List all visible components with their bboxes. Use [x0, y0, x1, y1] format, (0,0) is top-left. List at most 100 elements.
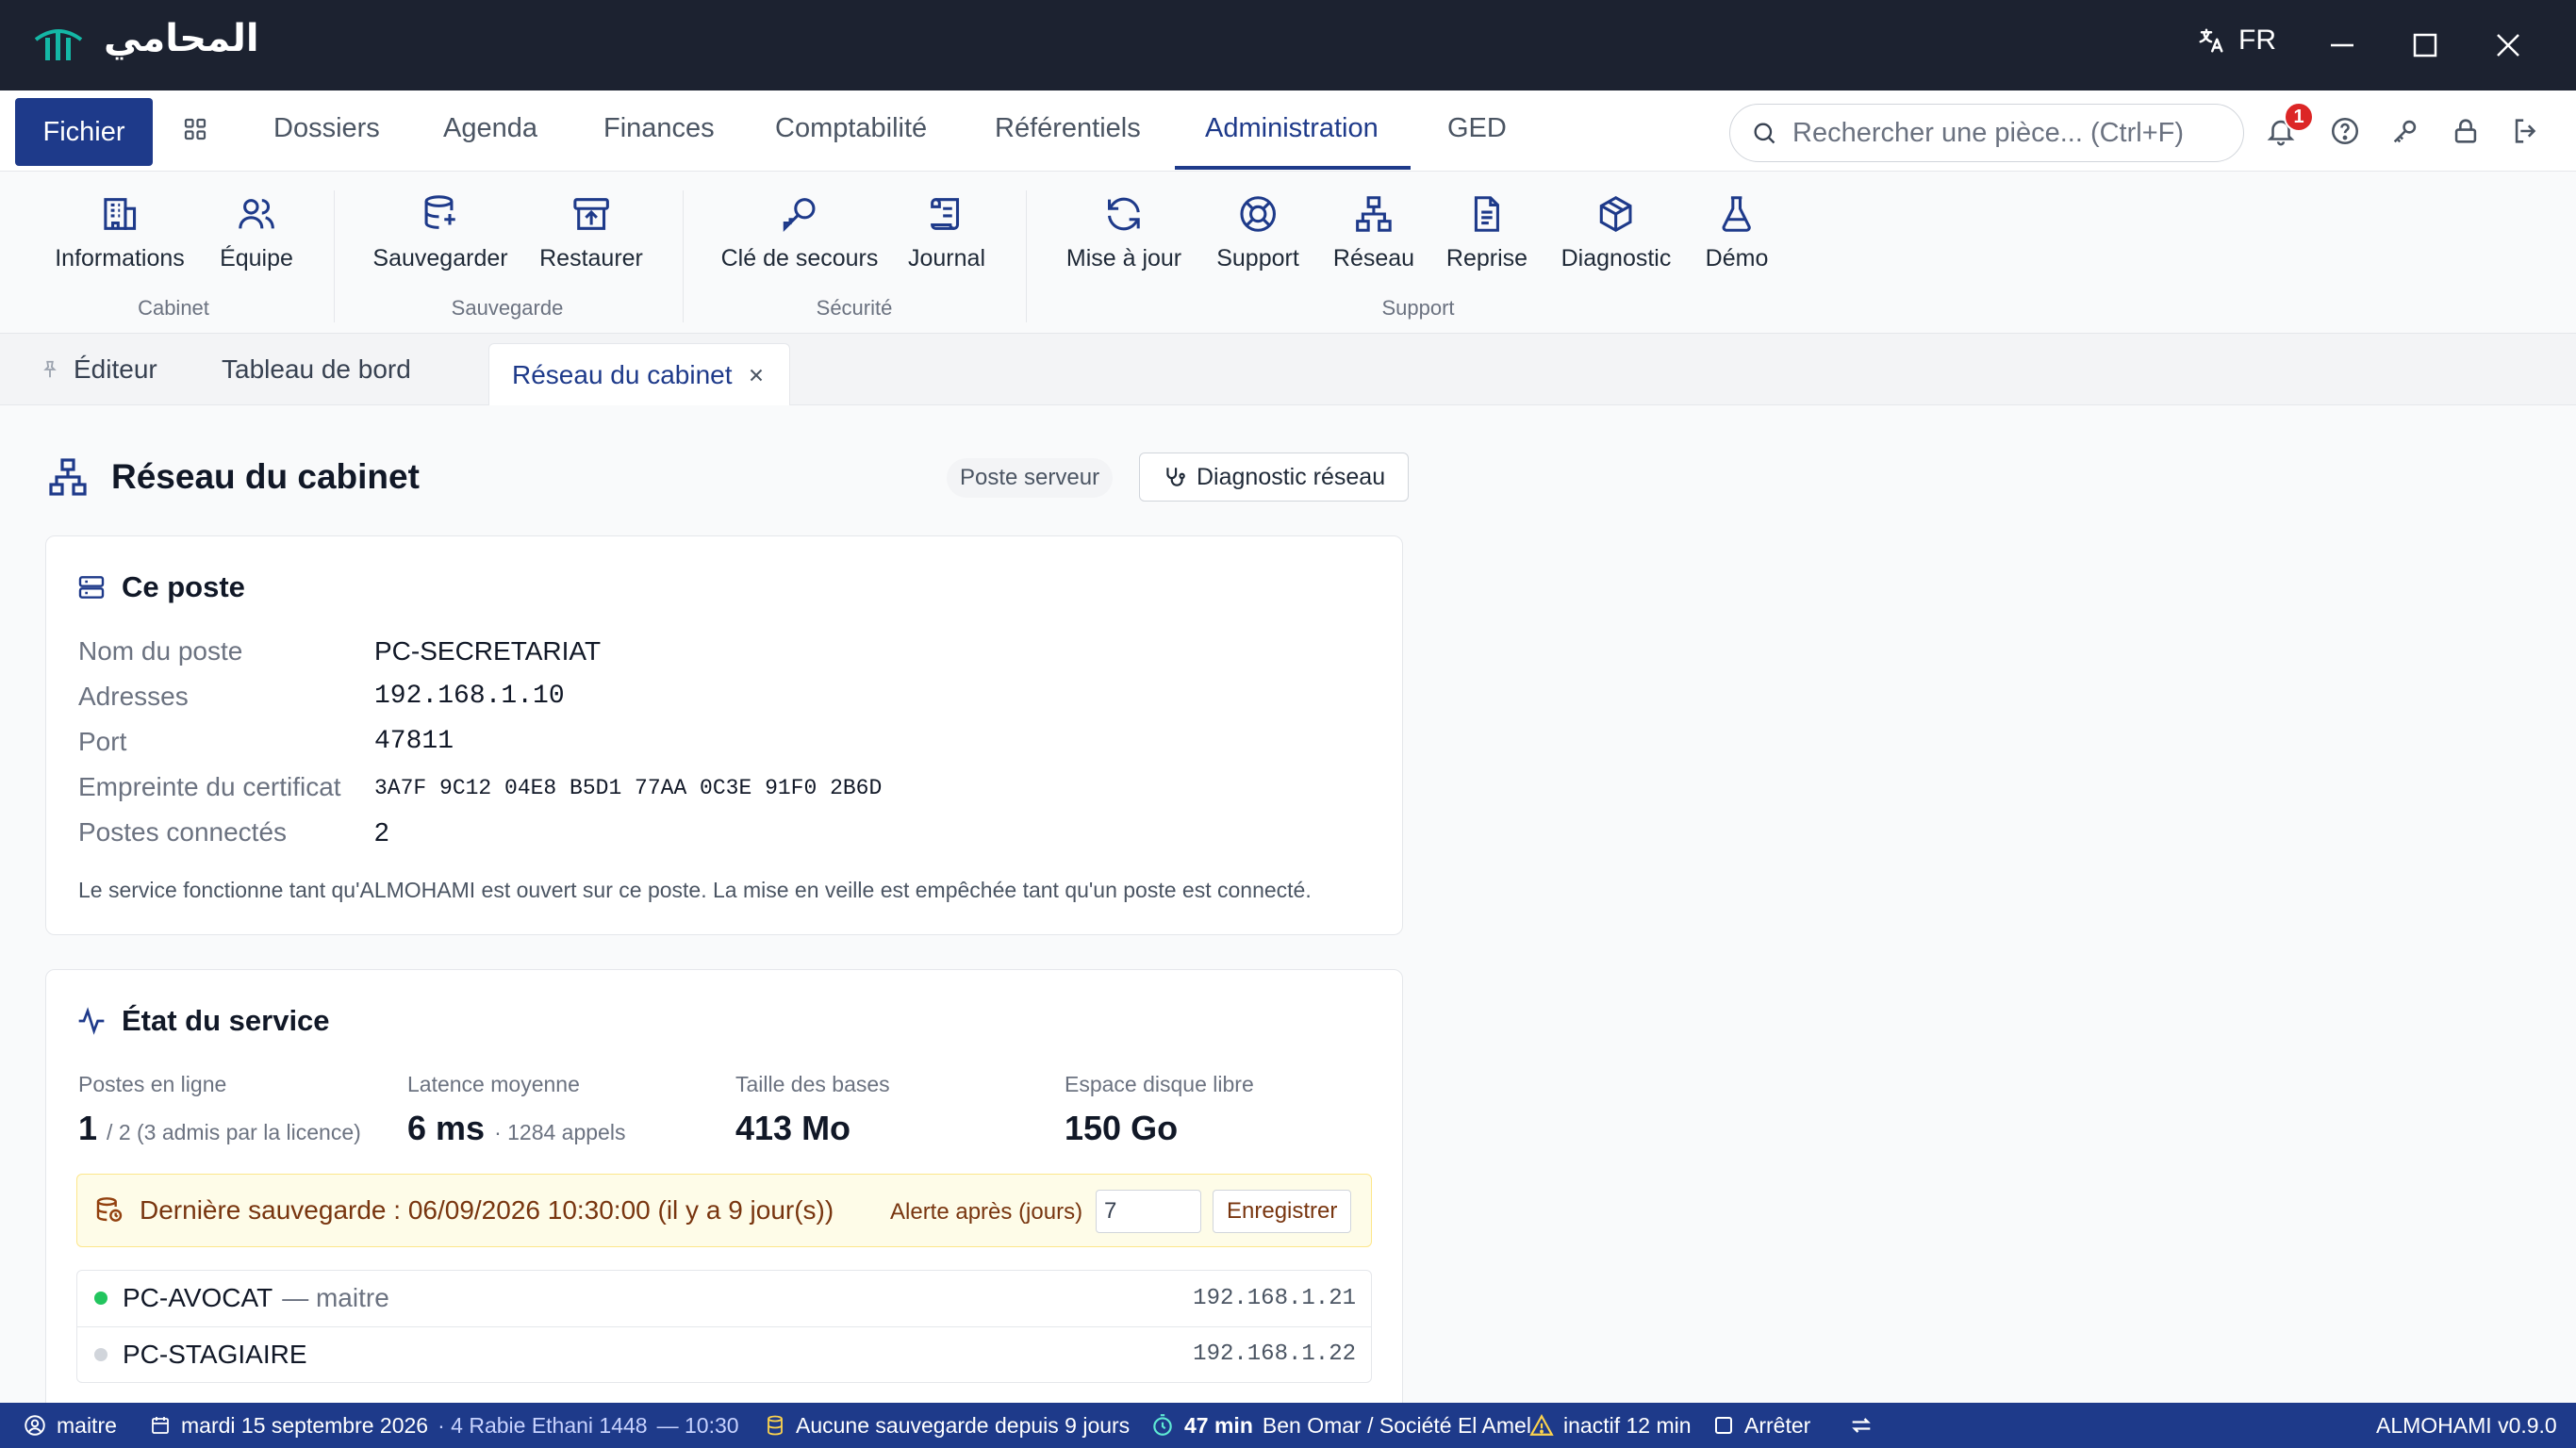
key-icon: [2393, 120, 2417, 143]
alert-days-input[interactable]: [1096, 1190, 1201, 1233]
database-clock-icon: [96, 1197, 123, 1222]
ribbon-informations-button[interactable]: Informations: [55, 192, 185, 272]
status-dot-offline: [94, 1347, 107, 1361]
logout-button[interactable]: [2510, 115, 2542, 147]
statusbar-backup-warning[interactable]: Aucune sauvegarde depuis 9 jours: [764, 1403, 1130, 1448]
key-button[interactable]: [2389, 115, 2421, 147]
menu-comptabilite[interactable]: Comptabilité: [775, 113, 927, 144]
page-title-text: Réseau du cabinet: [111, 457, 420, 496]
diagnostic-reseau-label: Diagnostic réseau: [1197, 463, 1386, 490]
tab-editeur[interactable]: Éditeur: [40, 334, 157, 405]
tab-reseau-du-cabinet[interactable]: Réseau du cabinet: [488, 343, 790, 405]
peer-ip: 192.168.1.22: [1193, 1341, 1356, 1367]
station-address-value: 192.168.1.10: [374, 682, 565, 711]
close-window-button[interactable]: [2489, 26, 2527, 64]
peer-name: PC-STAGIAIRE: [123, 1339, 307, 1369]
refresh-icon: [1108, 197, 1140, 231]
ribbon-sauvegarder-label: Sauvegarder: [372, 245, 508, 272]
active-menu-indicator: [1175, 166, 1411, 170]
statusbar-stop-button[interactable]: Arrêter: [1712, 1403, 1810, 1448]
menu-finances[interactable]: Finances: [603, 113, 715, 144]
logout-icon: [2515, 119, 2536, 143]
stat-online-label: Postes en ligne: [78, 1072, 227, 1096]
statusbar-switch-button[interactable]: [1848, 1403, 1874, 1448]
diagnostic-reseau-button[interactable]: Diagnostic réseau: [1139, 452, 1410, 502]
menu-ged[interactable]: GED: [1447, 113, 1507, 144]
ribbon-mise-a-jour-button[interactable]: Mise à jour: [1066, 192, 1181, 272]
ribbon-support-button[interactable]: Support: [1216, 192, 1299, 272]
ribbon-equipe-button[interactable]: Équipe: [220, 192, 293, 272]
minimize-icon: [2331, 43, 2353, 47]
statusbar-time: — 10:30: [656, 1412, 739, 1438]
database-warning-icon: [768, 1415, 783, 1436]
ribbon-group-cabinet: Cabinet: [138, 296, 209, 320]
flask-icon: [1722, 196, 1752, 232]
stat-disk-value: 150 Go: [1065, 1109, 1179, 1147]
tab-tableau-de-bord[interactable]: Tableau de bord: [222, 334, 411, 405]
statusbar-version: ALMOHAMI v0.9.0: [2376, 1412, 2557, 1438]
menu-dossiers[interactable]: Dossiers: [273, 113, 380, 144]
tab-reseau-du-cabinet-label: Réseau du cabinet: [512, 359, 733, 389]
statusbar-backup-warning-text: Aucune sauvegarde depuis 9 jours: [796, 1412, 1131, 1438]
station-address-label: Adresses: [78, 682, 189, 711]
ribbon-demo-button[interactable]: Démo: [1706, 192, 1768, 272]
alert-days-label: Alerte après (jours): [890, 1199, 1083, 1225]
tab-editeur-label: Éditeur: [74, 354, 157, 384]
close-tab-icon[interactable]: [746, 365, 767, 386]
document-import-icon: [1474, 196, 1500, 232]
ribbon-informations-label: Informations: [55, 245, 185, 272]
calendar-icon: [152, 1417, 169, 1434]
ribbon-journal-label: Journal: [908, 245, 985, 272]
ribbon-journal-button[interactable]: Journal: [908, 192, 985, 272]
ribbon-group-securite: Sécurité: [816, 296, 893, 320]
ribbon-reprise-button[interactable]: Reprise: [1446, 192, 1527, 272]
help-button[interactable]: [2329, 115, 2361, 147]
station-card-title: Ce poste: [76, 570, 245, 604]
statusbar-date: mardi 15 septembre 2026 · 4 Rabie Ethani…: [149, 1403, 739, 1448]
statusbar-timer[interactable]: 47 min Ben Omar / Société El Amel: [1150, 1403, 1531, 1448]
save-alert-button[interactable]: Enregistrer: [1213, 1190, 1352, 1233]
lock-icon: [2454, 119, 2477, 143]
ribbon-cle-de-secours-button[interactable]: Clé de secours: [721, 192, 878, 272]
list-item[interactable]: PC-AVOCAT — maitre 192.168.1.21: [77, 1271, 1371, 1325]
ribbon-sauvegarder-button[interactable]: Sauvegarder: [372, 192, 508, 272]
ribbon-restaurer-button[interactable]: Restaurer: [539, 192, 643, 272]
language-switcher[interactable]: FR: [2197, 25, 2276, 57]
peer-role: — maitre: [282, 1283, 389, 1312]
ribbon-reseau-button[interactable]: Réseau: [1333, 192, 1414, 272]
station-port-label: Port: [78, 727, 127, 756]
station-connected-label: Postes connectés: [78, 817, 288, 847]
stat-latency-value: 6 ms: [407, 1109, 486, 1147]
user-circle-icon: [25, 1415, 45, 1436]
menu-agenda[interactable]: Agenda: [443, 113, 537, 144]
stat-db-label: Taille des bases: [735, 1072, 890, 1096]
station-port-value: 47811: [374, 727, 454, 756]
translate-icon: [2199, 28, 2223, 53]
lifebuoy-icon: [1240, 196, 1276, 232]
help-icon: [2331, 117, 2359, 145]
ribbon-diagnostic-button[interactable]: Diagnostic: [1560, 192, 1672, 272]
stat-latency: Latence moyenne 6 ms · 1284 appels: [407, 1072, 625, 1148]
menu-administration[interactable]: Administration: [1205, 113, 1379, 144]
apps-grid-button[interactable]: [181, 115, 209, 143]
search-box[interactable]: [1729, 104, 2244, 162]
statusbar-user-label: maitre: [57, 1412, 117, 1438]
menu-fichier[interactable]: Fichier: [15, 98, 153, 166]
grid-icon: [184, 118, 206, 140]
station-name-label: Nom du poste: [78, 636, 243, 666]
lock-button[interactable]: [2450, 115, 2482, 147]
maximize-button[interactable]: [2406, 26, 2444, 64]
service-card: État du service Postes en ligne 1 / 2 (3…: [45, 969, 1403, 1412]
list-item[interactable]: PC-STAGIAIRE 192.168.1.22: [77, 1326, 1371, 1381]
statusbar-user[interactable]: maitre: [23, 1403, 117, 1448]
pin-icon: [43, 360, 57, 378]
minimize-button[interactable]: [2323, 26, 2361, 64]
search-input[interactable]: [1792, 117, 2207, 149]
close-icon: [2497, 34, 2519, 57]
stat-disk-label: Espace disque libre: [1065, 1072, 1254, 1096]
ribbon-separator: [1026, 190, 1027, 322]
ribbon-diagnostic-label: Diagnostic: [1560, 245, 1672, 272]
activity-icon: [78, 1007, 105, 1035]
language-label: FR: [2238, 25, 2276, 56]
menu-referentiels[interactable]: Référentiels: [995, 113, 1141, 144]
